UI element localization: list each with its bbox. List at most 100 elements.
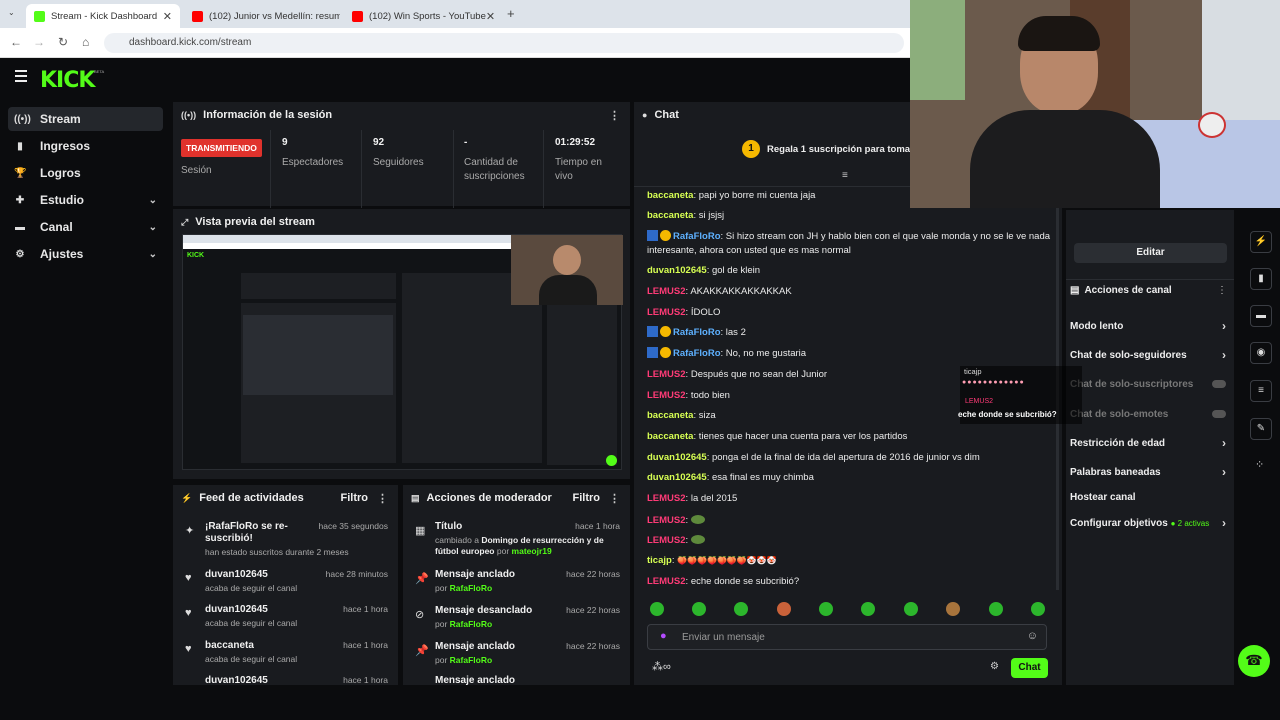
chat-message[interactable]: LEMUS2: <box>647 534 1055 548</box>
tab-youtube-winsports[interactable]: (102) Win Sports - YouTube ✕ <box>344 4 500 28</box>
tab-kick-dashboard[interactable]: Stream - Kick Dashboard ✕ <box>26 4 180 28</box>
more-options-icon[interactable]: ⋮ <box>609 492 620 505</box>
emote-icon[interactable] <box>819 602 833 616</box>
tab-youtube-junior[interactable]: (102) Junior vs Medellín: resum ✕ <box>184 4 340 28</box>
chevron-down-icon: ⌄ <box>148 221 157 233</box>
forward-arrow-icon[interactable]: → <box>33 35 45 49</box>
points-icon[interactable]: ⁂∞ <box>652 660 671 673</box>
close-tab-icon[interactable]: ✕ <box>163 10 172 23</box>
back-arrow-icon[interactable]: ← <box>10 35 22 49</box>
tab-list-icon[interactable]: ⌄ <box>8 8 15 17</box>
close-tab-icon[interactable]: ✕ <box>486 10 495 23</box>
support-headset-icon[interactable]: ☎ <box>1238 645 1270 677</box>
chat-message[interactable]: duvan102645: esa final es muy chimba <box>647 471 1055 485</box>
document-icon[interactable]: ▮ <box>1250 268 1272 290</box>
layout-icon[interactable]: ⁘ <box>1255 458 1264 471</box>
filter-lines-icon[interactable]: ≡ <box>842 170 848 181</box>
configure-goals-item[interactable]: Configurar objetivos ● 2 activas › <box>1070 516 1230 530</box>
filter-button[interactable]: Filtro <box>573 492 601 504</box>
chat-message[interactable]: RafaFloRo: las 2 <box>647 326 1055 340</box>
stream-preview-header: ⤢ Vista previa del stream <box>181 216 315 228</box>
chat-message[interactable]: RafaFloRo: No, no me gustaria <box>647 347 1055 361</box>
chat-overlay-popup: ticajp ●●●●●●●●●●●● LEMUS2 eche donde se… <box>958 366 1082 424</box>
emote-icon[interactable] <box>734 602 748 616</box>
emote-icon[interactable] <box>861 602 875 616</box>
list-item: duvan102645 hace 1 hora <box>205 675 388 685</box>
list-icon: ▤ <box>411 492 420 503</box>
chat-message[interactable]: LEMUS2: ÍDOLO <box>647 306 1055 320</box>
sidebar-item-ajustes[interactable]: ⚙ Ajustes ⌄ <box>8 242 163 266</box>
edit-button[interactable]: Editar <box>1074 243 1227 263</box>
list-icon[interactable]: ≡ <box>1250 380 1272 402</box>
emote-icon[interactable] <box>692 602 706 616</box>
chat-icon[interactable]: ▬ <box>1250 305 1272 327</box>
home-icon[interactable]: ⌂ <box>82 35 89 49</box>
stream-preview-video[interactable]: KICK <box>182 234 623 470</box>
reload-icon[interactable]: ↻ <box>58 35 68 49</box>
host-channel-item[interactable]: Hostear canal <box>1070 492 1230 503</box>
subscribers-only-item[interactable]: Chat de solo-suscriptores <box>1070 379 1230 390</box>
emote-icon[interactable] <box>1031 602 1045 616</box>
frog-emote-icon <box>690 515 705 524</box>
emoji-icon[interactable]: ☺ <box>1027 630 1038 642</box>
lightning-icon[interactable]: ⚡ <box>1250 231 1272 253</box>
sidebar-item-canal[interactable]: ▬ Canal ⌄ <box>8 215 163 239</box>
pinned-message[interactable]: Regala 1 suscripción para tomar la <box>767 144 924 155</box>
heart-icon: ♥ <box>185 643 192 655</box>
chat-message[interactable]: ticajp: 🍑🍑🍑🍑🍑🍑🍑🤡🤡🤡 <box>647 554 1055 568</box>
kick-favicon-icon <box>34 10 45 22</box>
title-edit-icon: ▦ <box>415 525 426 537</box>
chat-message[interactable]: LEMUS2: <box>647 514 1055 528</box>
chat-message[interactable]: baccaneta: si jsjsj <box>647 209 1055 223</box>
chat-message[interactable]: LEMUS2: la del 2015 <box>647 492 1055 506</box>
beta-label: BETA <box>94 69 105 74</box>
stat-live-time: 01:29:52 Tiempo en vivo <box>555 137 602 182</box>
emotes-only-toggle <box>1212 410 1226 418</box>
chevron-right-icon: › <box>1222 436 1226 450</box>
chat-message[interactable]: baccaneta: tienes que hacer una cuenta p… <box>647 430 1055 444</box>
sidebar-item-ingresos[interactable]: ▮ Ingresos <box>8 134 163 158</box>
emote-icon[interactable] <box>904 602 918 616</box>
new-tab-icon[interactable]: + <box>507 6 515 21</box>
more-options-icon[interactable]: ⋮ <box>377 492 388 505</box>
kick-logo[interactable]: KICK <box>40 68 95 93</box>
list-item: ♥ duvan102645 acaba de seguir el canal h… <box>185 604 388 628</box>
slow-mode-item[interactable]: Modo lento › <box>1070 319 1230 333</box>
chevron-right-icon: › <box>1222 319 1226 333</box>
filter-button[interactable]: Filtro <box>341 492 369 504</box>
sidebar-item-logros[interactable]: 🏆 Logros <box>8 161 163 185</box>
emote-icon[interactable] <box>650 602 664 616</box>
chat-message[interactable]: LEMUS2: AKAKKAKKAKKAKKAK <box>647 285 1055 299</box>
wrench-icon[interactable]: ✎ <box>1250 418 1272 440</box>
sidebar-item-estudio[interactable]: ✚ Estudio ⌄ <box>8 188 163 212</box>
hamburger-menu-icon[interactable] <box>15 70 27 82</box>
url-input[interactable]: dashboard.kick.com/stream <box>104 33 904 53</box>
broadcast-icon: ((•)) <box>181 110 197 120</box>
chat-message[interactable]: duvan102645: ponga el de la final de ida… <box>647 451 1055 465</box>
followers-only-item[interactable]: Chat de solo-seguidores › <box>1070 348 1230 362</box>
preview-webcam <box>511 235 623 305</box>
broadcast-icon[interactable]: ◉ <box>1250 342 1272 364</box>
more-options-icon[interactable]: ⋮ <box>1217 285 1227 296</box>
chevron-right-icon: › <box>1222 348 1226 362</box>
emotes-only-item[interactable]: Chat de solo-emotes <box>1070 409 1230 420</box>
chat-message[interactable]: RafaFloRo: Si hizo stream con JH y hablo… <box>647 230 1055 258</box>
more-options-icon[interactable]: ⋮ <box>609 109 620 122</box>
trophy-icon: 🏆 <box>14 167 27 179</box>
chat-message[interactable]: LEMUS2: eche donde se subcribió? <box>647 575 1055 589</box>
emote-icon[interactable] <box>777 602 791 616</box>
gear-icon[interactable]: ⚙ <box>990 661 999 672</box>
emote-icon[interactable] <box>989 602 1003 616</box>
list-icon: ▤ <box>1070 285 1080 296</box>
chat-message[interactable]: duvan102645: gol de klein <box>647 264 1055 278</box>
activity-feed-header: ⚡ Feed de actividades Filtro ⋮ <box>181 492 388 505</box>
emote-icon[interactable] <box>946 602 960 616</box>
list-item: ♥ baccaneta acaba de seguir el canal hac… <box>185 640 388 664</box>
chat-message-input[interactable]: ● Enviar un mensaje ☺ <box>647 624 1047 650</box>
live-indicator-icon <box>606 455 617 466</box>
sidebar-item-stream[interactable]: ((•)) Stream <box>8 107 163 131</box>
microphone-icon[interactable]: ● <box>660 630 667 642</box>
send-chat-button[interactable]: Chat <box>1011 658 1048 678</box>
banned-words-item[interactable]: Palabras baneadas › <box>1070 465 1230 479</box>
age-restriction-item[interactable]: Restricción de edad › <box>1070 436 1230 450</box>
